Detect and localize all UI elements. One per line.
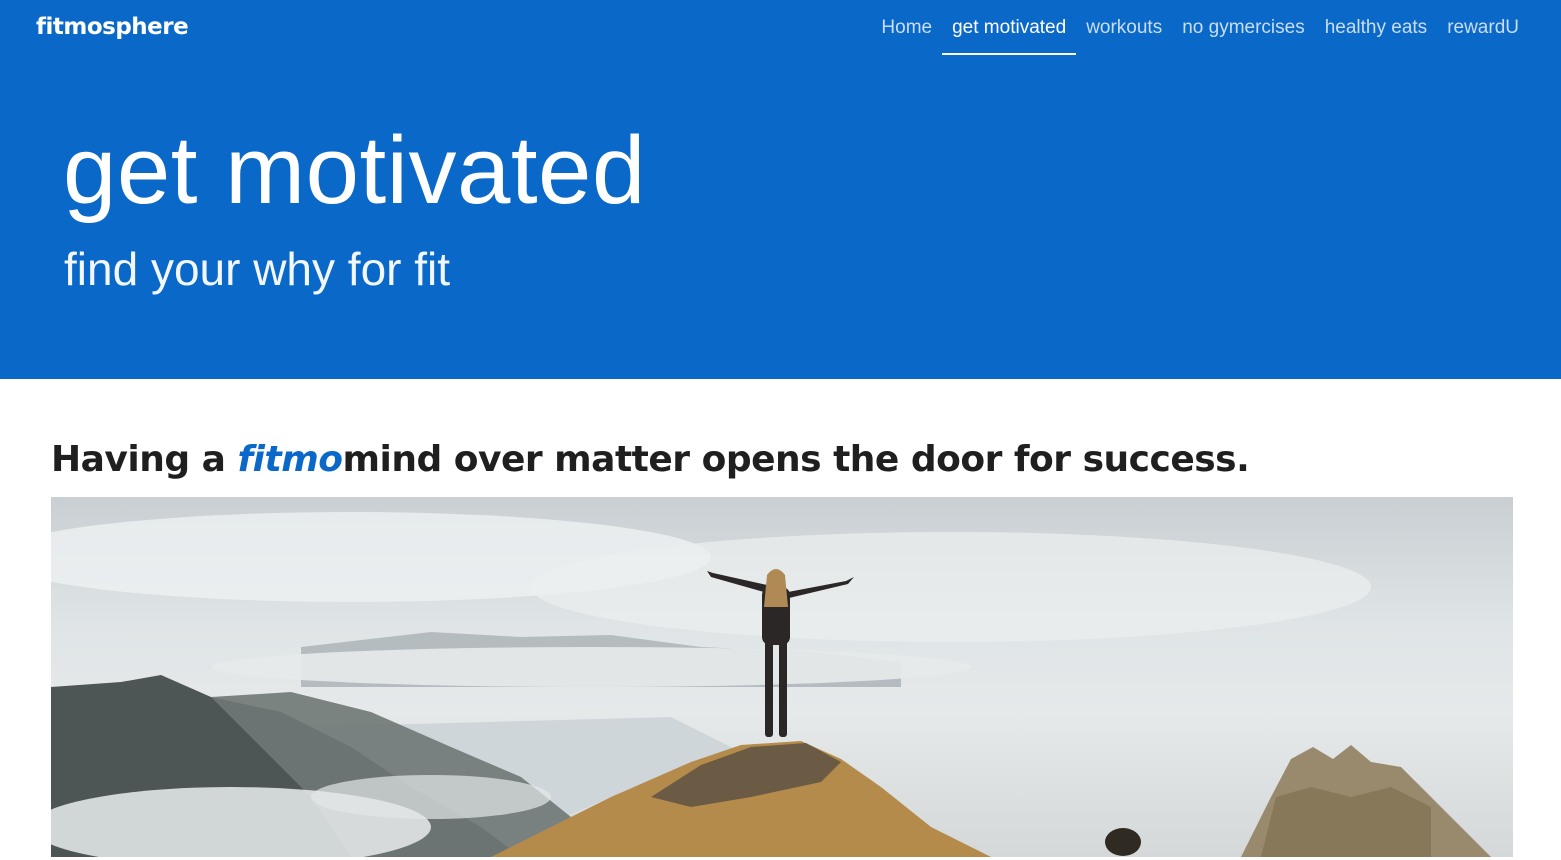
nav-item-get-motivated[interactable]: get motivated [942,0,1077,55]
page-title: get motivated [63,117,646,224]
brand-logo[interactable]: fitmosphere [36,14,189,40]
nav-item-healthy-eats[interactable]: healthy eats [1315,0,1437,55]
nav-item-no-gymercises[interactable]: no gymercises [1172,0,1315,55]
headline-accent: fitmo [237,439,343,480]
hiker-mountain-photo [51,497,1513,857]
nav-item-rewardu[interactable]: rewardU [1437,0,1529,55]
main-nav: Home get motivated workouts no gymercise… [871,0,1529,56]
nav-item-home[interactable]: Home [871,0,942,55]
nav-item-workouts[interactable]: workouts [1076,0,1172,55]
hero-banner: fitmosphere Home get motivated workouts … [0,0,1561,379]
page-subtitle: find your why for fit [64,243,451,295]
photo-illustration [51,512,1491,857]
headline-suffix: mind over matter opens the door for succ… [342,439,1250,480]
motivation-headline: Having a fitmomind over matter opens the… [51,439,1250,480]
headline-prefix: Having a [51,439,238,480]
